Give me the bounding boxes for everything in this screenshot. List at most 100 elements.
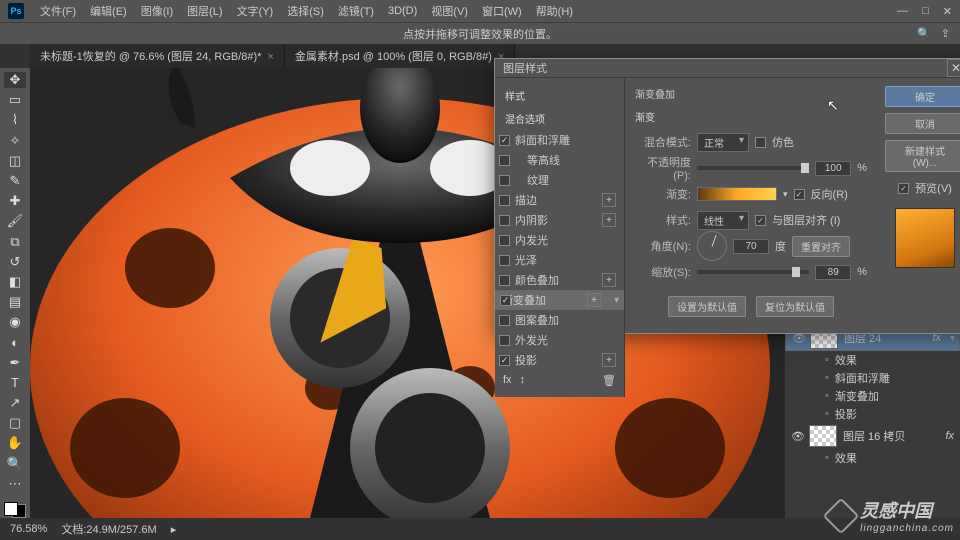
heal-tool[interactable]: ✚ xyxy=(4,193,26,209)
minimize-icon[interactable]: — xyxy=(897,5,908,18)
style-checkbox[interactable] xyxy=(499,255,510,266)
style-dropShadow[interactable]: 投影+ xyxy=(495,350,624,370)
doc-tab-1[interactable]: 未标题-1恢复的 @ 76.6% (图层 24, RGB/8#)*× xyxy=(30,44,285,68)
close-tab-icon[interactable]: × xyxy=(267,51,273,63)
styles-header[interactable]: 样式 xyxy=(495,84,624,107)
trash-icon[interactable]: 🗑 xyxy=(602,374,616,387)
chevron-right-icon[interactable]: ▸ xyxy=(171,523,177,536)
cancel-button[interactable]: 取消 xyxy=(885,113,960,134)
dialog-titlebar[interactable]: 图层样式 ✕ xyxy=(495,59,960,78)
style-bevel[interactable]: 斜面和浮雕 xyxy=(495,130,624,150)
style-checkbox[interactable] xyxy=(499,355,510,366)
visibility-icon[interactable]: 👁 xyxy=(791,430,803,443)
align-checkbox[interactable] xyxy=(755,215,766,226)
reset-default-button[interactable]: 复位为默认值 xyxy=(756,296,834,317)
menu-edit[interactable]: 编辑(E) xyxy=(84,1,133,21)
add-effect-icon[interactable]: + xyxy=(602,193,616,207)
reverse-checkbox[interactable] xyxy=(794,189,805,200)
menu-filter[interactable]: 滤镜(T) xyxy=(332,1,380,21)
fx-icon[interactable]: fx xyxy=(503,374,512,387)
shape-tool[interactable]: ▢ xyxy=(4,415,26,431)
doc-tab-2[interactable]: 金属素材.psd @ 100% (图层 0, RGB/8#)× xyxy=(285,44,515,68)
marquee-tool[interactable]: ▭ xyxy=(4,92,26,108)
type-tool[interactable]: T xyxy=(4,375,26,391)
crop-tool[interactable]: ◫ xyxy=(4,153,26,169)
style-checkbox[interactable] xyxy=(499,175,510,186)
style-gradOverlay[interactable]: 渐变叠加+ xyxy=(495,290,624,310)
menu-layer[interactable]: 图层(L) xyxy=(181,1,228,21)
color-swatch[interactable] xyxy=(4,502,26,518)
angle-value[interactable]: 70 xyxy=(733,239,769,254)
style-checkbox[interactable] xyxy=(499,215,510,226)
fx-badge[interactable]: fx xyxy=(945,430,954,442)
share-icon[interactable]: ⇪ xyxy=(941,27,950,40)
menu-type[interactable]: 文字(Y) xyxy=(231,1,280,21)
menu-3d[interactable]: 3D(D) xyxy=(382,3,423,19)
lasso-tool[interactable]: ⌇ xyxy=(4,112,26,128)
dither-checkbox[interactable] xyxy=(755,137,766,148)
style-texture[interactable]: 纹理 xyxy=(495,170,624,190)
add-effect-icon[interactable]: + xyxy=(602,353,616,367)
fx-shadow[interactable]: ◦投影 xyxy=(785,405,960,423)
menu-window[interactable]: 窗口(W) xyxy=(476,1,528,21)
style-checkbox[interactable] xyxy=(499,275,510,286)
scale-value[interactable]: 89 xyxy=(815,265,851,280)
menu-file[interactable]: 文件(F) xyxy=(34,1,82,21)
style-checkbox[interactable] xyxy=(499,235,510,246)
zoom-level[interactable]: 76.58% xyxy=(10,523,47,535)
make-default-button[interactable]: 设置为默认值 xyxy=(668,296,746,317)
brush-tool[interactable]: 🖌 xyxy=(4,213,26,229)
style-innerShadow[interactable]: 内阴影+ xyxy=(495,210,624,230)
blur-tool[interactable]: ◉ xyxy=(4,314,26,330)
style-patternOverlay[interactable]: 图案叠加 xyxy=(495,310,624,330)
style-checkbox[interactable] xyxy=(499,335,510,346)
arrow-icon[interactable]: ↕ xyxy=(520,374,526,387)
wand-tool[interactable]: ✧ xyxy=(4,133,26,149)
angle-dial[interactable] xyxy=(697,231,727,261)
style-checkbox[interactable] xyxy=(499,135,510,146)
opacity-value[interactable]: 100 xyxy=(815,161,851,176)
style-colorOverlay[interactable]: 颜色叠加+ xyxy=(495,270,624,290)
gradient-picker[interactable] xyxy=(697,187,777,201)
menu-help[interactable]: 帮助(H) xyxy=(530,1,579,21)
search-icon[interactable]: 🔍 xyxy=(917,27,931,40)
style-checkbox[interactable] xyxy=(499,155,510,166)
edit-toolbar[interactable]: ⋯ xyxy=(4,476,26,492)
style-contour[interactable]: 等高线 xyxy=(495,150,624,170)
add-effect-icon[interactable]: + xyxy=(602,273,616,287)
dodge-tool[interactable]: ◐ xyxy=(4,334,26,350)
blendmode-select[interactable]: 正常 xyxy=(697,133,749,152)
reset-align-button[interactable]: 重置对齐 xyxy=(792,236,850,257)
close-icon[interactable]: ✕ xyxy=(943,5,952,18)
preview-checkbox[interactable] xyxy=(898,183,909,194)
style-checkbox[interactable] xyxy=(500,295,511,306)
add-effect-icon[interactable]: + xyxy=(602,213,616,227)
style-checkbox[interactable] xyxy=(499,315,510,326)
fx-header[interactable]: ◦效果 xyxy=(785,449,960,467)
history-brush-tool[interactable]: ↺ xyxy=(4,254,26,270)
dialog-close-icon[interactable]: ✕ xyxy=(947,59,960,77)
pen-tool[interactable]: ✒ xyxy=(4,355,26,371)
stamp-tool[interactable]: ⧉ xyxy=(4,234,26,250)
add-effect-icon[interactable]: + xyxy=(587,293,601,307)
menu-view[interactable]: 视图(V) xyxy=(425,1,474,21)
style-stroke[interactable]: 描边+ xyxy=(495,190,624,210)
style-checkbox[interactable] xyxy=(499,195,510,206)
style-outerGlow[interactable]: 外发光 xyxy=(495,330,624,350)
style-satin[interactable]: 光泽 xyxy=(495,250,624,270)
gradient-tool[interactable]: ▤ xyxy=(4,294,26,310)
move-tool[interactable]: ✥ xyxy=(4,72,26,88)
menu-image[interactable]: 图像(I) xyxy=(135,1,179,21)
hand-tool[interactable]: ✋ xyxy=(4,435,26,451)
style-select[interactable]: 线性 xyxy=(697,211,749,230)
eraser-tool[interactable]: ◧ xyxy=(4,274,26,290)
path-tool[interactable]: ↗ xyxy=(4,395,26,411)
scale-slider[interactable] xyxy=(697,270,809,274)
blend-header[interactable]: 混合选项 xyxy=(495,107,624,130)
maximize-icon[interactable]: □ xyxy=(922,5,929,18)
style-innerGlow[interactable]: 内发光 xyxy=(495,230,624,250)
layer-row-16[interactable]: 👁 图层 16 拷贝 fx xyxy=(785,423,960,449)
menu-select[interactable]: 选择(S) xyxy=(281,1,330,21)
zoom-tool[interactable]: 🔍 xyxy=(4,456,26,472)
opacity-slider[interactable] xyxy=(697,166,809,170)
